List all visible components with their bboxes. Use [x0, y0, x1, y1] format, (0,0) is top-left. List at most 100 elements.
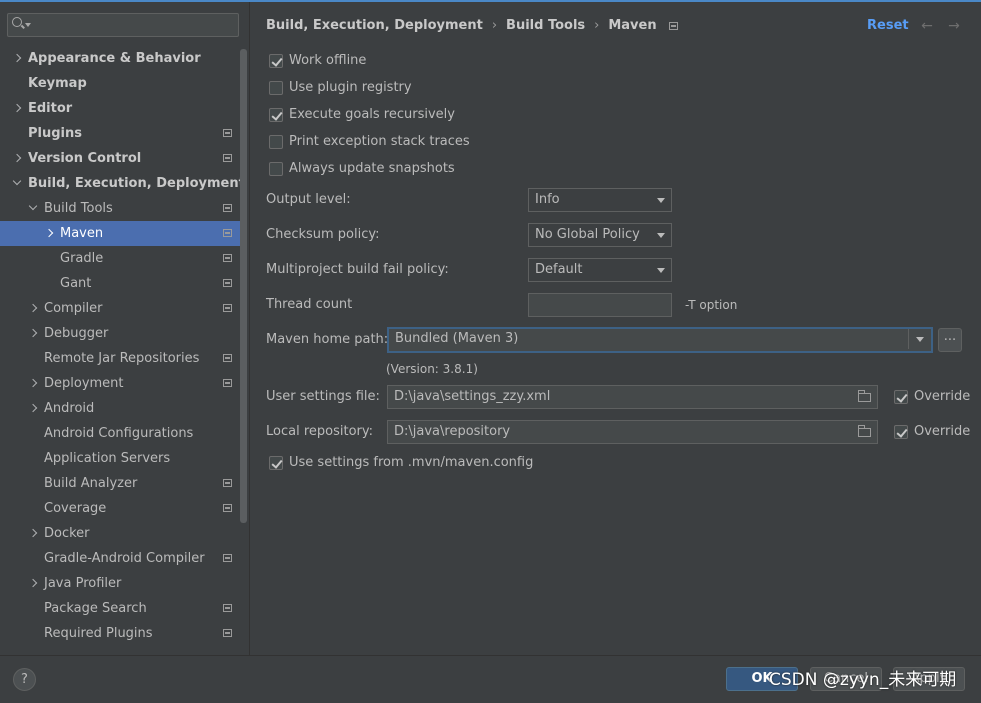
sidebar-item-gradle[interactable]: Gradle — [0, 246, 240, 271]
thread-count-label: Thread count — [266, 297, 353, 312]
chevron-down-icon[interactable] — [28, 196, 40, 221]
browse-maven-home-button[interactable]: ... — [938, 328, 962, 352]
checkbox-box[interactable] — [894, 425, 908, 439]
input-value: D:\java\repository — [394, 424, 511, 439]
thread-count-input[interactable] — [528, 293, 672, 317]
sidebar-item-deployment[interactable]: Deployment — [0, 371, 240, 396]
sidebar-item-application-servers[interactable]: Application Servers — [0, 446, 240, 471]
breadcrumb-part[interactable]: Build Tools — [506, 17, 585, 35]
sidebar-item-label: Version Control — [28, 151, 142, 166]
watermark-text: CSDN @zyyn_未来可期 — [769, 670, 957, 690]
output-level-select[interactable]: Info — [528, 188, 672, 212]
sidebar-item-label: Gradle — [60, 251, 104, 266]
local-repository-input[interactable]: D:\java\repository — [387, 420, 878, 444]
checksum-policy-select[interactable]: No Global Policy — [528, 223, 672, 247]
folder-icon[interactable] — [858, 390, 871, 402]
project-settings-icon — [223, 229, 232, 237]
sidebar-item-build-analyzer[interactable]: Build Analyzer — [0, 471, 240, 496]
checkbox-box[interactable] — [269, 81, 283, 95]
select-value: Default — [535, 262, 583, 277]
checkbox-box[interactable] — [269, 108, 283, 122]
back-arrow-icon[interactable]: ← — [920, 17, 934, 35]
sidebar-item-label: Debugger — [44, 326, 109, 341]
chevron-down-icon[interactable] — [12, 171, 24, 196]
chevron-right-icon[interactable] — [28, 521, 40, 546]
checkbox-box[interactable] — [269, 135, 283, 149]
sidebar-scrollbar[interactable] — [240, 49, 247, 523]
chevron-right-icon[interactable] — [44, 221, 56, 246]
sidebar-item-java-profiler[interactable]: Java Profiler — [0, 571, 240, 596]
project-settings-icon — [223, 254, 232, 262]
checkbox-label: Print exception stack traces — [289, 134, 470, 149]
user-settings-input[interactable]: D:\java\settings_zzy.xml — [387, 385, 878, 409]
project-settings-icon — [223, 504, 232, 512]
checkbox-label: Use settings from .mvn/maven.config — [289, 455, 534, 470]
sidebar-item-label: Application Servers — [44, 451, 171, 466]
breadcrumb-part[interactable]: Build, Execution, Deployment — [266, 17, 483, 35]
chevron-right-icon[interactable] — [28, 371, 40, 396]
sidebar-item-version-control[interactable]: Version Control — [0, 146, 240, 171]
help-button[interactable]: ? — [13, 668, 36, 691]
checkbox-box[interactable] — [269, 162, 283, 176]
maven-home-select[interactable]: Bundled (Maven 3) — [387, 327, 933, 353]
project-settings-icon — [223, 479, 232, 487]
search-input[interactable] — [7, 13, 239, 37]
chevron-right-icon[interactable] — [28, 296, 40, 321]
breadcrumb: Build, Execution, Deployment › Build Tools… — [266, 17, 678, 35]
project-settings-icon — [223, 204, 232, 212]
select-value: No Global Policy — [535, 227, 640, 242]
reset-link[interactable]: Reset — [867, 17, 909, 35]
sidebar-item-editor[interactable]: Editor — [0, 96, 240, 121]
sidebar-item-label: Gradle-Android Compiler — [44, 551, 205, 566]
sidebar-item-build-tools[interactable]: Build Tools — [0, 196, 240, 221]
checkbox-box[interactable] — [269, 456, 283, 470]
sidebar-item-build-execution-deployment[interactable]: Build, Execution, Deployment — [0, 171, 245, 196]
chevron-right-icon[interactable] — [28, 321, 40, 346]
folder-icon[interactable] — [858, 425, 871, 437]
project-settings-icon — [223, 554, 232, 562]
sidebar-item-keymap[interactable]: Keymap — [0, 71, 240, 96]
sidebar-item-coverage[interactable]: Coverage — [0, 496, 240, 521]
sidebar-item-maven[interactable]: Maven — [0, 221, 240, 246]
user-settings-label: User settings file: — [266, 389, 380, 404]
sidebar-item-label: Docker — [44, 526, 90, 541]
checkbox-label: Override — [914, 389, 971, 404]
sidebar-item-appearance-behavior[interactable]: Appearance & Behavior — [0, 46, 240, 71]
sidebar-item-label: Package Search — [44, 601, 147, 616]
sidebar-item-gant[interactable]: Gant — [0, 271, 240, 296]
search-history-icon[interactable] — [25, 23, 31, 27]
sidebar-item-android-configurations[interactable]: Android Configurations — [0, 421, 240, 446]
sidebar-item-label: Gant — [60, 276, 92, 291]
sidebar-item-gradle-android-compiler[interactable]: Gradle-Android Compiler — [0, 546, 240, 571]
checksum-policy-label: Checksum policy: — [266, 227, 380, 242]
sidebar-item-docker[interactable]: Docker — [0, 521, 240, 546]
checkbox-box[interactable] — [269, 54, 283, 68]
checkbox-label: Use plugin registry — [289, 80, 412, 95]
sidebar-item-label: Maven — [60, 226, 104, 241]
maven-version-label: (Version: 3.8.1) — [386, 362, 478, 376]
search-icon — [12, 17, 22, 27]
chevron-right-icon[interactable] — [12, 146, 24, 171]
chevron-right-icon[interactable] — [28, 396, 40, 421]
sidebar-item-compiler[interactable]: Compiler — [0, 296, 240, 321]
sidebar-item-android[interactable]: Android — [0, 396, 240, 421]
chevron-right-icon[interactable] — [28, 571, 40, 596]
chevron-right-icon[interactable] — [12, 46, 24, 71]
sidebar-item-label: Deployment — [44, 376, 124, 391]
sidebar-item-package-search[interactable]: Package Search — [0, 596, 240, 621]
fail-policy-select[interactable]: Default — [528, 258, 672, 282]
project-settings-icon — [223, 129, 232, 137]
checkbox-box[interactable] — [894, 390, 908, 404]
sidebar-item-plugins[interactable]: Plugins — [0, 121, 240, 146]
project-settings-icon — [223, 304, 232, 312]
sidebar-item-required-plugins[interactable]: Required Plugins — [0, 621, 240, 646]
checkbox-label: Execute goals recursively — [289, 107, 455, 122]
select-value: Info — [535, 192, 560, 207]
combo-divider — [908, 329, 909, 349]
chevron-down-icon — [657, 233, 665, 238]
sidebar-item-remote-jar-repositories[interactable]: Remote Jar Repositories — [0, 346, 240, 371]
forward-arrow-icon[interactable]: → — [947, 17, 961, 35]
breadcrumb-current: Maven — [608, 18, 657, 33]
chevron-right-icon[interactable] — [12, 96, 24, 121]
sidebar-item-debugger[interactable]: Debugger — [0, 321, 240, 346]
